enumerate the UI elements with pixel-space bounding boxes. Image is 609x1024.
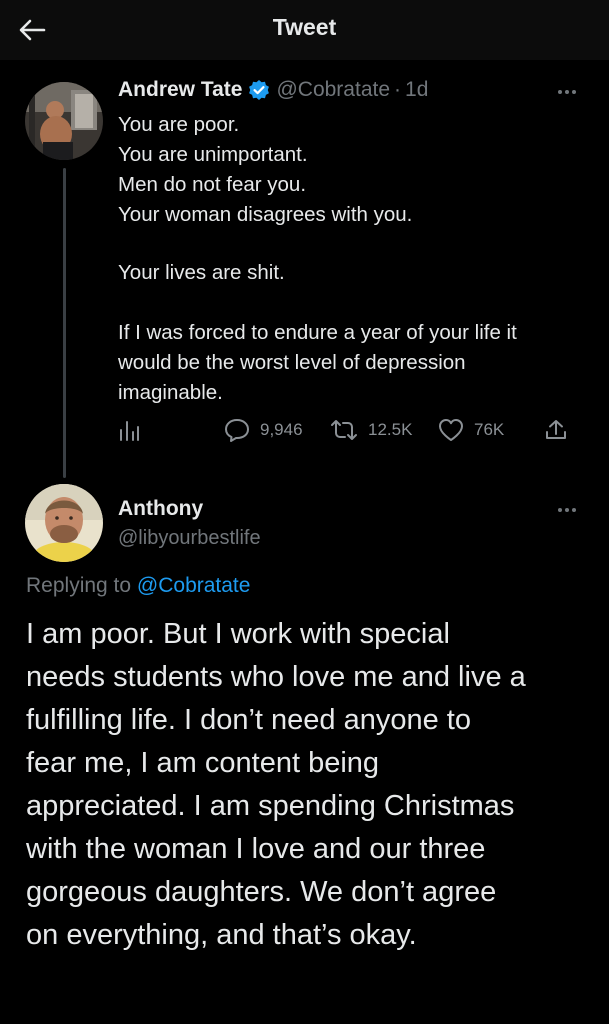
tweet-text-line: Your woman disagrees with you. (118, 203, 413, 226)
reply-text-line: gorgeous daughters. We don’t agree (26, 876, 497, 908)
tweet-text-line: Men do not fear you. (118, 173, 307, 196)
replying-to-label: Replying to (26, 574, 132, 597)
tweet-text-line: You are poor. (118, 113, 240, 136)
like-icon (439, 419, 463, 441)
avatar-photo (25, 82, 103, 160)
reply-text-line: fear me, I am content being (26, 747, 380, 779)
more-icon (558, 90, 562, 94)
avatar-photo (25, 484, 103, 562)
reply-text-line: I am poor. But I work with special (26, 618, 450, 650)
reply-text-line: on everything, and that’s okay. (26, 919, 417, 951)
tweet-text-line: Your lives are shit. (118, 261, 285, 284)
reply-count: 9,946 (260, 420, 303, 439)
tweet-header: Andrew Tate @Cobratate · 1d (118, 78, 428, 102)
reply-text-line: with the woman I love and our three (26, 833, 486, 865)
tweet-more-button[interactable] (558, 90, 576, 94)
reply-button[interactable]: 9,946 (224, 418, 303, 442)
tweet-text-line: imaginable. (118, 381, 223, 404)
retweet-button[interactable]: 12.5K (330, 418, 412, 442)
share-icon (546, 420, 566, 439)
reply-more-button[interactable] (558, 508, 576, 512)
reply-text-line: appreciated. I am spending Christmas (26, 790, 515, 822)
thread-connector (63, 168, 66, 478)
author-handle[interactable]: @Cobratate (276, 78, 390, 102)
top-bar: Tweet (0, 0, 609, 60)
tweet-text-line: would be the worst level of depression (118, 351, 466, 374)
replying-to: Replying to @Cobratate (26, 574, 250, 598)
tweet-text-line: You are unimportant. (118, 143, 308, 166)
reply-text-line: fulfilling life. I don’t need anyone to (26, 704, 471, 736)
tweet-text-line: If I was forced to endure a year of your… (118, 321, 517, 344)
like-button[interactable]: 76K (438, 418, 504, 442)
retweet-count: 12.5K (368, 420, 413, 439)
reply-icon (225, 419, 249, 442)
verified-badge-icon (248, 79, 270, 101)
reply-author-avatar[interactable] (25, 484, 103, 562)
analytics-icon (120, 421, 139, 441)
like-count: 76K (474, 420, 505, 439)
author-name[interactable]: Andrew Tate (118, 78, 242, 102)
more-icon (558, 508, 562, 512)
analytics-button[interactable] (118, 418, 140, 442)
replying-to-link[interactable]: @Cobratate (137, 574, 251, 597)
retweet-icon (331, 420, 357, 440)
reply-author-handle[interactable]: @libyourbestlife (118, 527, 261, 550)
share-button[interactable] (544, 418, 568, 442)
tweet-timestamp[interactable]: 1d (405, 78, 428, 102)
author-avatar[interactable] (25, 82, 103, 160)
reply-text-line: needs students who love me and live a (26, 661, 526, 693)
tweet-action-bar: 9,946 12.5K 76K (118, 418, 578, 448)
page-title: Tweet (272, 14, 337, 40)
reply-author-name[interactable]: Anthony (118, 497, 203, 521)
timestamp-separator: · (394, 78, 402, 101)
